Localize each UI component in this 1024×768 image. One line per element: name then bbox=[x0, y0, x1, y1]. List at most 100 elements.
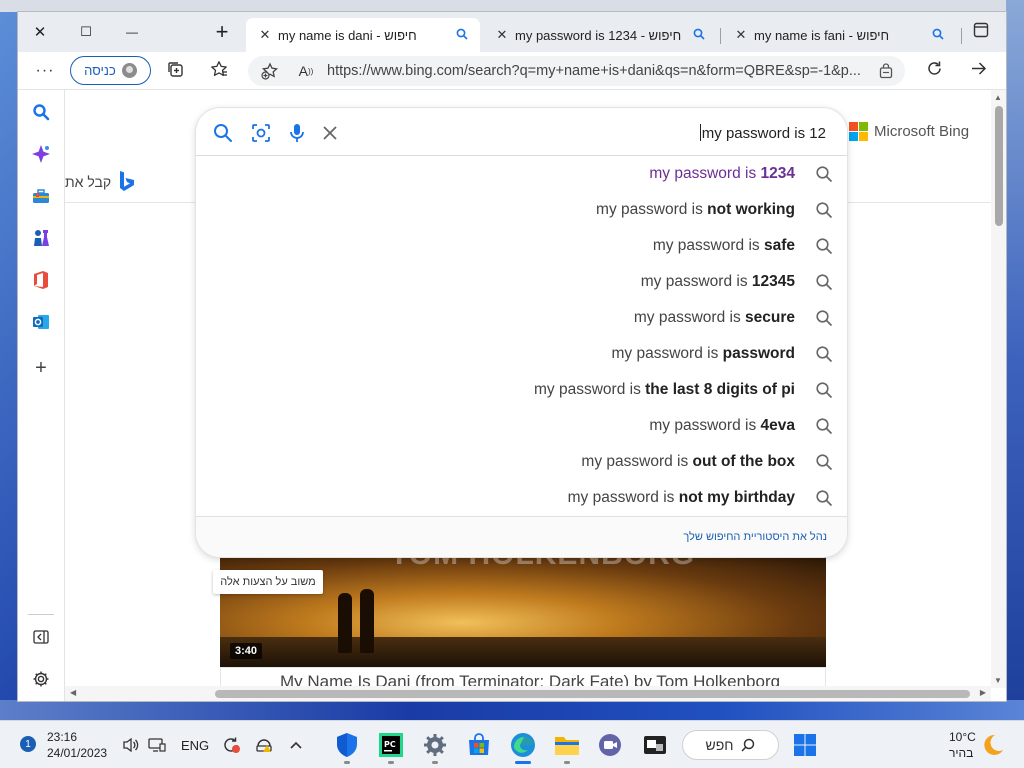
address-bar[interactable]: A)) https://www.bing.com/search?q=my+nam… bbox=[248, 56, 905, 86]
taskbar-app-chat[interactable] bbox=[597, 731, 625, 759]
suggestion-prefix: my password is bbox=[596, 201, 708, 218]
tab-close-icon[interactable]: ✕ bbox=[493, 27, 511, 43]
weather-temperature[interactable]: 10°C bbox=[949, 730, 976, 744]
scroll-up-arrow-icon[interactable]: ▲ bbox=[994, 93, 1002, 102]
horizontal-scrollbar[interactable]: ◀ ▶ bbox=[65, 686, 991, 701]
sidebar-item-search[interactable] bbox=[29, 100, 53, 124]
scroll-left-arrow-icon[interactable]: ◀ bbox=[70, 688, 76, 697]
tab-my-name-is-fani[interactable]: ✕ my name is fani - חיפוש bbox=[722, 18, 956, 52]
active-app-indicator bbox=[515, 761, 531, 764]
suggestion-item[interactable]: my password is out of the box bbox=[195, 444, 835, 480]
window-close-button[interactable]: ✕ bbox=[18, 18, 62, 46]
app-available-icon[interactable] bbox=[872, 57, 900, 85]
url-text[interactable]: https://www.bing.com/search?q=my+name+is… bbox=[327, 63, 861, 79]
suggestion-item[interactable]: my password is 12345 bbox=[195, 264, 835, 300]
running-indicator bbox=[344, 761, 350, 764]
add-favorite-icon[interactable] bbox=[256, 57, 284, 85]
search-box: my password is 12 bbox=[196, 108, 847, 156]
suggestion-item[interactable]: my password is not my birthday bbox=[195, 480, 835, 516]
show-hidden-icons-chevron-up-icon[interactable] bbox=[286, 731, 306, 759]
sidebar-add-button[interactable]: + bbox=[29, 356, 53, 380]
brand-name: Microsoft Bing bbox=[874, 123, 970, 140]
chat-camera-icon bbox=[599, 734, 621, 756]
sidebar-item-office[interactable] bbox=[29, 268, 53, 292]
vertical-scroll-thumb[interactable] bbox=[995, 106, 1003, 226]
volume-icon[interactable] bbox=[121, 731, 141, 759]
suggestion-text: my password is out of the box bbox=[581, 453, 795, 471]
suggestion-completion: safe bbox=[763, 237, 795, 254]
tab-my-name-is-dani[interactable]: ✕ my name is dani - חיפוש bbox=[246, 18, 480, 52]
search-input[interactable]: my password is 12 bbox=[699, 124, 826, 142]
start-button[interactable] bbox=[791, 731, 819, 759]
collections-icon bbox=[166, 60, 184, 83]
taskbar-app-pycharm[interactable]: PC bbox=[377, 731, 405, 764]
favorites-button[interactable] bbox=[205, 57, 233, 85]
read-aloud-icon[interactable]: A)) bbox=[292, 57, 320, 85]
taskbar-app-edge[interactable] bbox=[509, 731, 537, 764]
suggestions-feedback-button[interactable]: משוב על הצעות אלה bbox=[213, 570, 323, 594]
forward-button[interactable] bbox=[964, 57, 992, 85]
new-tab-button[interactable]: + bbox=[200, 18, 244, 46]
search-icon bbox=[454, 28, 470, 43]
suggestion-text: my password is 1234 bbox=[649, 165, 795, 183]
taskbar-app-file-explorer[interactable] bbox=[553, 731, 581, 764]
profile-sign-in-button[interactable]: כניסה bbox=[70, 56, 151, 85]
taskbar-app-store[interactable] bbox=[465, 731, 493, 759]
sidebar-item-outlook[interactable] bbox=[29, 310, 53, 334]
suggestion-item[interactable]: my password is secure bbox=[195, 300, 835, 336]
vpn-warning-icon[interactable] bbox=[253, 731, 275, 759]
sidebar-item-tools[interactable] bbox=[29, 184, 53, 208]
sidebar-item-discover[interactable] bbox=[29, 142, 53, 166]
suggestion-item[interactable]: my password is password bbox=[195, 336, 835, 372]
sidebar-hide-button[interactable] bbox=[29, 625, 53, 649]
suggestion-item[interactable]: my password is safe bbox=[195, 228, 835, 264]
clock-date[interactable]: 24/01/2023 bbox=[47, 746, 107, 760]
plus-icon: + bbox=[215, 19, 229, 44]
refresh-button[interactable] bbox=[920, 57, 948, 85]
weather-description[interactable]: בהיר bbox=[949, 746, 973, 760]
horizontal-scroll-thumb[interactable] bbox=[215, 690, 970, 698]
taskbar-app-terminal[interactable] bbox=[641, 731, 669, 759]
suggestion-prefix: my password is bbox=[649, 417, 761, 434]
weather-widget[interactable] bbox=[980, 731, 1006, 759]
suggestion-item[interactable]: my password is not working bbox=[195, 192, 835, 228]
suggestion-item[interactable]: my password is the last 8 digits of pi bbox=[195, 372, 835, 408]
notification-badge[interactable]: 1 bbox=[20, 736, 36, 752]
collections-button[interactable] bbox=[161, 57, 189, 85]
suggestion-item[interactable]: my password is 4eva bbox=[195, 408, 835, 444]
search-submit-icon[interactable] bbox=[211, 121, 235, 145]
taskbar-search-box[interactable]: חפש bbox=[682, 730, 779, 760]
update-sync-icon[interactable] bbox=[221, 731, 243, 759]
tab-title: my password is 1234 - חיפוש bbox=[515, 27, 682, 43]
suggestion-text: my password is password bbox=[612, 345, 795, 363]
sidebar-settings-button[interactable] bbox=[29, 667, 53, 691]
visual-search-icon[interactable] bbox=[249, 121, 273, 145]
manage-search-history-link[interactable]: נהל את היסטוריית החיפוש שלך bbox=[683, 531, 827, 543]
vertical-scrollbar[interactable]: ▲ ▼ bbox=[991, 90, 1006, 688]
tab-close-icon[interactable]: ✕ bbox=[256, 27, 274, 43]
settings-and-more-button[interactable]: ··· bbox=[31, 57, 59, 85]
window-minimize-button[interactable]: — bbox=[110, 18, 154, 46]
tab-my-password-is-1234[interactable]: ✕ my password is 1234 - חיפוש bbox=[483, 18, 717, 52]
suggestion-prefix: my password is bbox=[534, 381, 646, 398]
clear-search-icon[interactable] bbox=[318, 121, 342, 145]
close-icon: ✕ bbox=[33, 24, 47, 41]
taskbar-app-security[interactable] bbox=[333, 731, 361, 764]
tab-actions-button[interactable] bbox=[966, 18, 996, 46]
favorites-star-icon bbox=[210, 60, 228, 83]
tab-close-icon[interactable]: ✕ bbox=[732, 27, 750, 43]
search-icon bbox=[813, 487, 835, 509]
sidebar-item-games[interactable] bbox=[29, 226, 53, 250]
scroll-down-arrow-icon[interactable]: ▼ bbox=[994, 676, 1002, 685]
suggestion-item[interactable]: my password is 1234 bbox=[195, 156, 835, 192]
taskbar-app-settings[interactable] bbox=[421, 731, 449, 764]
scroll-right-arrow-icon[interactable]: ▶ bbox=[980, 688, 986, 697]
voice-search-mic-icon[interactable] bbox=[285, 121, 309, 145]
clock-time[interactable]: 23:16 bbox=[47, 730, 77, 744]
get-bing-promo[interactable]: קבל את bbox=[65, 170, 135, 194]
network-icon[interactable] bbox=[147, 731, 167, 759]
window-maximize-button[interactable]: ☐ bbox=[64, 18, 108, 46]
maximize-icon: ☐ bbox=[80, 24, 92, 39]
microsoft-bing-logo[interactable]: Microsoft Bing bbox=[849, 122, 969, 141]
input-language-indicator[interactable]: ENG bbox=[181, 738, 209, 753]
